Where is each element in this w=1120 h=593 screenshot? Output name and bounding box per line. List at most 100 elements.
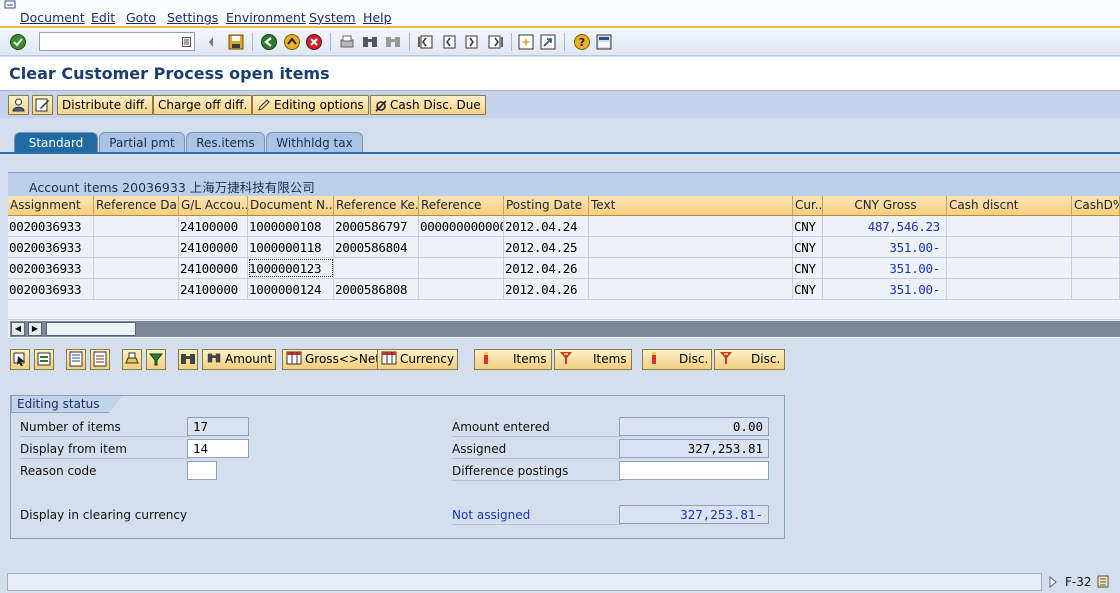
cell-currency: CNY — [793, 216, 823, 236]
tab-withhldg-tax[interactable]: Withhldg tax — [266, 132, 363, 153]
column-header-document-number[interactable]: Document N... — [248, 196, 334, 215]
help-icon[interactable]: ? — [573, 33, 591, 51]
customer-button[interactable] — [8, 95, 29, 115]
cell-reference-key: 2000586804 — [334, 237, 419, 257]
column-header-currency[interactable]: Cur... — [793, 196, 823, 215]
scroll-right-button[interactable]: ▶ — [28, 322, 42, 336]
total-button[interactable] — [122, 349, 142, 370]
activate-items-button[interactable]: Items — [474, 349, 552, 370]
deactivate-funnel-icon — [720, 352, 732, 364]
cell-cash-discount-pct — [1072, 237, 1120, 257]
table-row[interactable]: 0020036933 24100000 1000000123 2012.04.2… — [8, 258, 1120, 279]
charge-off-diff-button[interactable]: Charge off diff. — [153, 95, 253, 115]
cell-cash-discount — [947, 216, 1072, 236]
sort-descending-button[interactable] — [90, 349, 110, 370]
table-row[interactable]: 0020036933 24100000 1000000118 200058680… — [8, 237, 1120, 258]
system-info-icon[interactable] — [1097, 575, 1109, 588]
find-icon[interactable] — [361, 33, 379, 51]
deselect-button[interactable] — [34, 349, 54, 370]
find-next-icon[interactable] — [384, 33, 402, 51]
command-field[interactable] — [39, 32, 195, 51]
collapse-command-icon[interactable] — [206, 33, 216, 51]
scrollbar-thumb[interactable] — [46, 322, 136, 336]
back-icon[interactable] — [260, 33, 278, 51]
deactivate-items-button[interactable]: Items — [554, 349, 632, 370]
menu-edit[interactable]: Edit — [91, 10, 115, 25]
last-page-icon[interactable] — [486, 33, 504, 51]
exit-icon[interactable] — [283, 33, 301, 51]
gross-net-button[interactable]: Gross<>Net — [282, 349, 384, 370]
cash-disc-due-label: Cash Disc. Due — [390, 98, 481, 112]
print-icon[interactable] — [338, 33, 356, 51]
save-icon[interactable] — [227, 33, 245, 51]
command-input[interactable] — [40, 33, 178, 50]
column-header-reference-date[interactable]: Reference Da... — [94, 196, 179, 215]
cell-document-number-focused[interactable]: 1000000123 — [248, 258, 334, 278]
system-menu-icon[interactable] — [4, 0, 16, 10]
expand-status-icon[interactable] — [1048, 576, 1058, 588]
column-header-cny-gross[interactable]: CNY Gross — [823, 196, 947, 215]
find-table-button[interactable] — [178, 349, 198, 370]
column-header-reference[interactable]: Reference — [419, 196, 504, 215]
next-page-icon[interactable] — [463, 33, 481, 51]
table-row[interactable]: 0020036933 24100000 1000000108 200058679… — [8, 216, 1120, 237]
column-header-cash-discount-pct[interactable]: CashD% — [1072, 196, 1120, 215]
cancel-icon[interactable] — [305, 33, 323, 51]
column-header-gl-account[interactable]: G/L Accou... — [179, 196, 248, 215]
cell-cny-gross: 487,546.23 — [823, 216, 947, 236]
cell-document-number: 1000000108 — [248, 216, 334, 236]
previous-page-icon[interactable] — [440, 33, 458, 51]
cell-currency: CNY — [793, 279, 823, 299]
tab-standard[interactable]: Standard — [14, 132, 98, 153]
menu-environment[interactable]: Environment — [226, 10, 306, 25]
edit-button[interactable] — [32, 95, 53, 115]
distribute-diff-button[interactable]: Distribute diff. — [57, 95, 153, 115]
display-from-item-input[interactable]: 14 — [187, 439, 249, 458]
layout-menu-icon[interactable] — [595, 33, 613, 51]
search-amount-button[interactable]: Amount — [202, 349, 277, 370]
first-page-icon[interactable] — [417, 33, 435, 51]
empty-set-icon — [375, 100, 387, 112]
cell-text — [589, 279, 793, 299]
cell-reference: 000000000000 — [419, 216, 504, 236]
currency-button[interactable]: Currency — [377, 349, 459, 370]
shortcut-icon[interactable] — [539, 33, 557, 51]
column-header-text[interactable]: Text — [589, 196, 793, 215]
enter-icon[interactable] — [9, 33, 27, 51]
cell-text — [589, 258, 793, 278]
activate-disc-button[interactable]: Disc. — [642, 349, 712, 370]
table-row[interactable]: 0020036933 24100000 1000000124 200058680… — [8, 279, 1120, 300]
column-header-reference-key[interactable]: Reference Ke... — [334, 196, 419, 215]
new-session-icon[interactable] — [517, 33, 535, 51]
horizontal-scrollbar[interactable]: ◀ ▶ — [10, 321, 1120, 337]
command-history-icon[interactable] — [182, 37, 191, 47]
cell-cash-discount-pct — [1072, 258, 1120, 278]
menu-system[interactable]: System — [309, 10, 356, 25]
cell-posting-date: 2012.04.26 — [504, 258, 589, 278]
deactivate-disc-button[interactable]: Disc. — [714, 349, 785, 370]
column-header-posting-date[interactable]: Posting Date — [504, 196, 589, 215]
menu-goto[interactable]: Goto — [126, 10, 156, 25]
menu-document[interactable]: Document — [20, 10, 85, 25]
menu-settings[interactable]: Settings — [167, 10, 218, 25]
editing-options-button[interactable]: Editing options — [252, 95, 369, 115]
table-row-empty — [8, 300, 1120, 320]
sort-ascending-button[interactable] — [66, 349, 86, 370]
column-header-assignment[interactable]: Assignment — [8, 196, 94, 215]
difference-postings-input[interactable] — [619, 461, 769, 480]
toolbar-separator — [564, 33, 565, 51]
cell-cny-gross: 351.00- — [823, 258, 947, 278]
scroll-left-button[interactable]: ◀ — [11, 322, 25, 336]
binoculars-icon — [207, 353, 221, 363]
tab-res-items[interactable]: Res.items — [186, 132, 265, 153]
filter-button[interactable] — [146, 349, 166, 370]
toolbar-separator — [409, 33, 410, 51]
pencil-icon — [258, 99, 270, 111]
cash-disc-due-button[interactable]: Cash Disc. Due — [370, 95, 486, 115]
cursor-select-icon — [13, 352, 25, 366]
menu-help[interactable]: Help — [363, 10, 392, 25]
tab-partial-pmt[interactable]: Partial pmt — [99, 132, 185, 153]
reason-code-input[interactable] — [187, 461, 217, 480]
select-all-button[interactable] — [10, 349, 30, 370]
column-header-cash-discount[interactable]: Cash discnt — [947, 196, 1072, 215]
